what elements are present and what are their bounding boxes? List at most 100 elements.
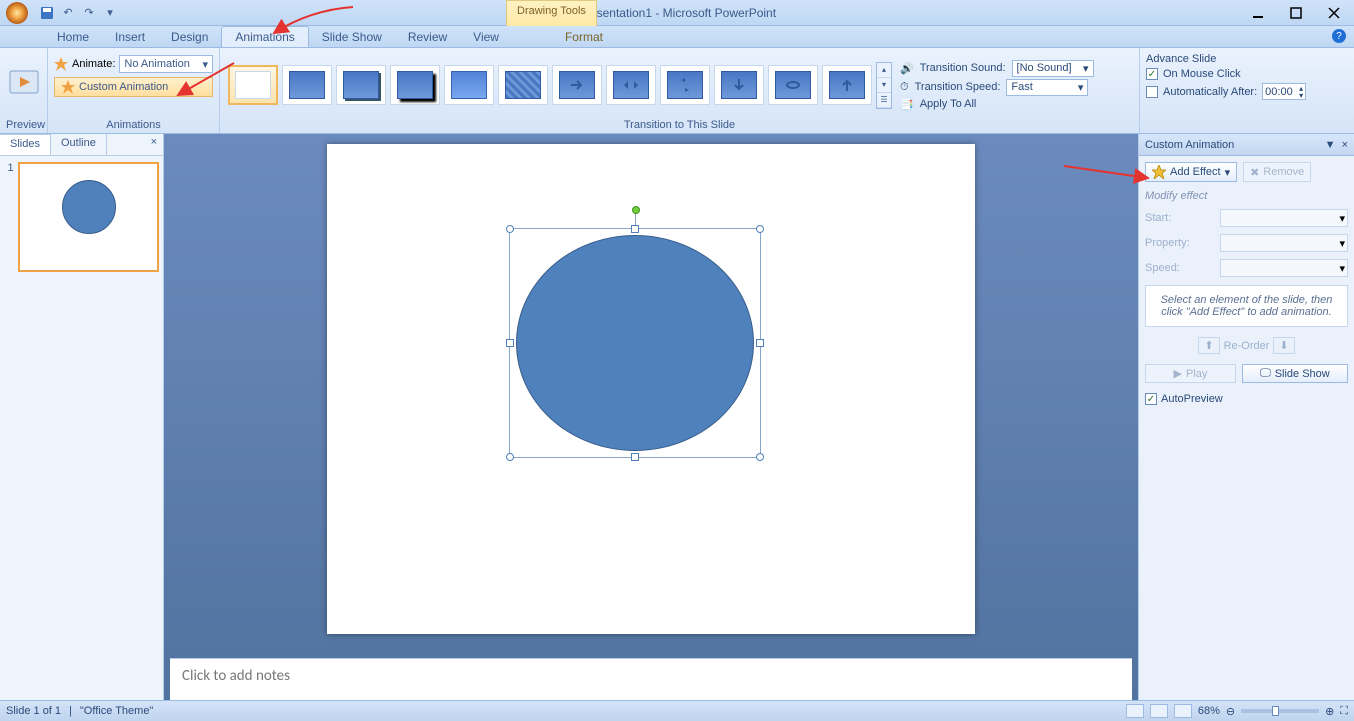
rotation-handle[interactable] bbox=[632, 206, 640, 214]
tab-slideshow[interactable]: Slide Show bbox=[309, 27, 395, 47]
slide-thumbnail[interactable] bbox=[18, 162, 159, 272]
resize-handle[interactable] bbox=[506, 339, 514, 347]
qat-dropdown-icon[interactable]: ▾ bbox=[101, 4, 119, 22]
property-dropdown: ▾ bbox=[1220, 234, 1348, 252]
resize-handle[interactable] bbox=[506, 453, 514, 461]
transition-item[interactable] bbox=[552, 65, 602, 105]
maximize-button[interactable] bbox=[1282, 4, 1310, 22]
ribbon-tabs: Home Insert Design Animations Slide Show… bbox=[0, 26, 1354, 48]
notes-pane[interactable]: Click to add notes bbox=[170, 658, 1132, 700]
advance-title: Advance Slide bbox=[1146, 53, 1216, 65]
zoom-percent[interactable]: 68% bbox=[1198, 705, 1220, 717]
trans-speed-dropdown[interactable]: Fast▾ bbox=[1006, 79, 1088, 96]
anim-icon bbox=[54, 57, 68, 71]
transition-item[interactable] bbox=[660, 65, 710, 105]
resize-handle[interactable] bbox=[631, 225, 639, 233]
transition-item[interactable] bbox=[822, 65, 872, 105]
effect-list: Select an element of the slide, then cli… bbox=[1145, 285, 1348, 327]
close-button[interactable] bbox=[1320, 4, 1348, 22]
transition-item[interactable] bbox=[336, 65, 386, 105]
save-icon[interactable] bbox=[38, 4, 56, 22]
autopreview-checkbox[interactable]: ✓ bbox=[1145, 393, 1157, 405]
window-title: Presentation1 - Microsoft PowerPoint bbox=[578, 6, 776, 20]
taskpane-menu-icon[interactable]: ▼ bbox=[1325, 139, 1336, 151]
trans-sound-dropdown[interactable]: [No Sound]▾ bbox=[1012, 60, 1094, 77]
shape-selection[interactable] bbox=[509, 228, 761, 458]
move-down-button: ⬇ bbox=[1273, 337, 1294, 354]
remove-button: ✖Remove bbox=[1243, 162, 1311, 182]
view-slideshow-button[interactable] bbox=[1174, 704, 1192, 718]
autoafter-checkbox[interactable] bbox=[1146, 86, 1158, 98]
group-animations-label: Animations bbox=[54, 119, 213, 131]
help-icon[interactable]: ? bbox=[1332, 29, 1346, 43]
custom-anim-icon bbox=[61, 80, 75, 94]
star-icon bbox=[1152, 165, 1166, 179]
minimize-button[interactable] bbox=[1244, 4, 1272, 22]
transition-item[interactable] bbox=[498, 65, 548, 105]
slide-panel: Slides Outline × 1 bbox=[0, 134, 164, 700]
zoom-out-button[interactable]: ⊖ bbox=[1226, 705, 1235, 718]
resize-handle[interactable] bbox=[756, 453, 764, 461]
zoom-in-button[interactable]: ⊕ bbox=[1325, 705, 1334, 718]
group-transition-label: Transition to This Slide bbox=[226, 119, 1133, 131]
oval-shape[interactable] bbox=[516, 235, 754, 451]
tab-outline[interactable]: Outline bbox=[51, 134, 107, 155]
tab-slides[interactable]: Slides bbox=[0, 134, 51, 155]
view-normal-button[interactable] bbox=[1126, 704, 1144, 718]
transition-item[interactable] bbox=[768, 65, 818, 105]
transition-item[interactable] bbox=[606, 65, 656, 105]
onclick-checkbox[interactable]: ✓ bbox=[1146, 68, 1158, 80]
zoom-slider[interactable] bbox=[1241, 709, 1319, 713]
tab-animations[interactable]: Animations bbox=[221, 26, 308, 47]
transition-item[interactable] bbox=[444, 65, 494, 105]
tab-design[interactable]: Design bbox=[158, 27, 221, 47]
title-bar: ↶ ↷ ▾ Presentation1 - Microsoft PowerPoi… bbox=[0, 0, 1354, 26]
taskpane-title: Custom Animation bbox=[1145, 139, 1234, 151]
panel-close-icon[interactable]: × bbox=[145, 134, 163, 155]
redo-icon[interactable]: ↷ bbox=[80, 4, 98, 22]
transition-item[interactable] bbox=[714, 65, 764, 105]
animate-label: Animate: bbox=[72, 58, 115, 70]
preview-button[interactable] bbox=[8, 69, 40, 103]
undo-icon[interactable]: ↶ bbox=[59, 4, 77, 22]
tab-view[interactable]: View bbox=[460, 27, 512, 47]
ribbon: Preview Animate: No Animation▾ Custom An… bbox=[0, 48, 1354, 134]
start-label: Start: bbox=[1145, 212, 1171, 224]
transition-item[interactable] bbox=[282, 65, 332, 105]
office-button[interactable] bbox=[0, 0, 34, 26]
transition-none[interactable] bbox=[228, 65, 278, 105]
group-animations: Animate: No Animation▾ Custom Animation … bbox=[48, 48, 220, 133]
resize-handle[interactable] bbox=[756, 339, 764, 347]
slide-canvas[interactable] bbox=[327, 144, 975, 634]
apply-icon: 📑 bbox=[900, 98, 914, 111]
custom-animation-button[interactable]: Custom Animation bbox=[54, 77, 213, 97]
apply-to-all-button[interactable]: 📑Apply To All bbox=[900, 98, 1094, 111]
resize-handle[interactable] bbox=[756, 225, 764, 233]
tab-format[interactable]: Format bbox=[552, 27, 616, 47]
slideshow-button[interactable]: 🖵 Slide Show bbox=[1242, 364, 1348, 383]
transition-item[interactable] bbox=[390, 65, 440, 105]
resize-handle[interactable] bbox=[506, 225, 514, 233]
animate-dropdown[interactable]: No Animation▾ bbox=[119, 55, 213, 73]
trans-speed-label: Transition Speed: bbox=[915, 81, 1001, 93]
fit-button[interactable]: ⛶ bbox=[1340, 705, 1348, 718]
gallery-scroll[interactable]: ▴▾☰ bbox=[876, 62, 892, 109]
move-up-button: ⬆ bbox=[1198, 337, 1219, 354]
start-dropdown: ▾ bbox=[1220, 209, 1348, 227]
thumb-circle-shape bbox=[62, 180, 116, 234]
tab-review[interactable]: Review bbox=[395, 27, 460, 47]
resize-handle[interactable] bbox=[631, 453, 639, 461]
view-sorter-button[interactable] bbox=[1150, 704, 1168, 718]
autoafter-time[interactable]: 00:00▴▾ bbox=[1262, 83, 1306, 100]
group-transition: ▴▾☰ 🔊Transition Sound:[No Sound]▾ ⏱Trans… bbox=[220, 48, 1140, 133]
sound-icon: 🔊 bbox=[900, 62, 914, 75]
property-label: Property: bbox=[1145, 237, 1190, 249]
custom-animation-pane: Custom Animation ▼× Add Effect▾ ✖Remove … bbox=[1138, 133, 1354, 700]
trans-sound-label: Transition Sound: bbox=[920, 62, 1006, 74]
tab-home[interactable]: Home bbox=[44, 27, 102, 47]
tab-insert[interactable]: Insert bbox=[102, 27, 158, 47]
autopreview-label: AutoPreview bbox=[1161, 393, 1223, 405]
speed-label: Speed: bbox=[1145, 262, 1180, 274]
taskpane-close-icon[interactable]: × bbox=[1342, 139, 1348, 151]
add-effect-button[interactable]: Add Effect▾ bbox=[1145, 162, 1237, 182]
